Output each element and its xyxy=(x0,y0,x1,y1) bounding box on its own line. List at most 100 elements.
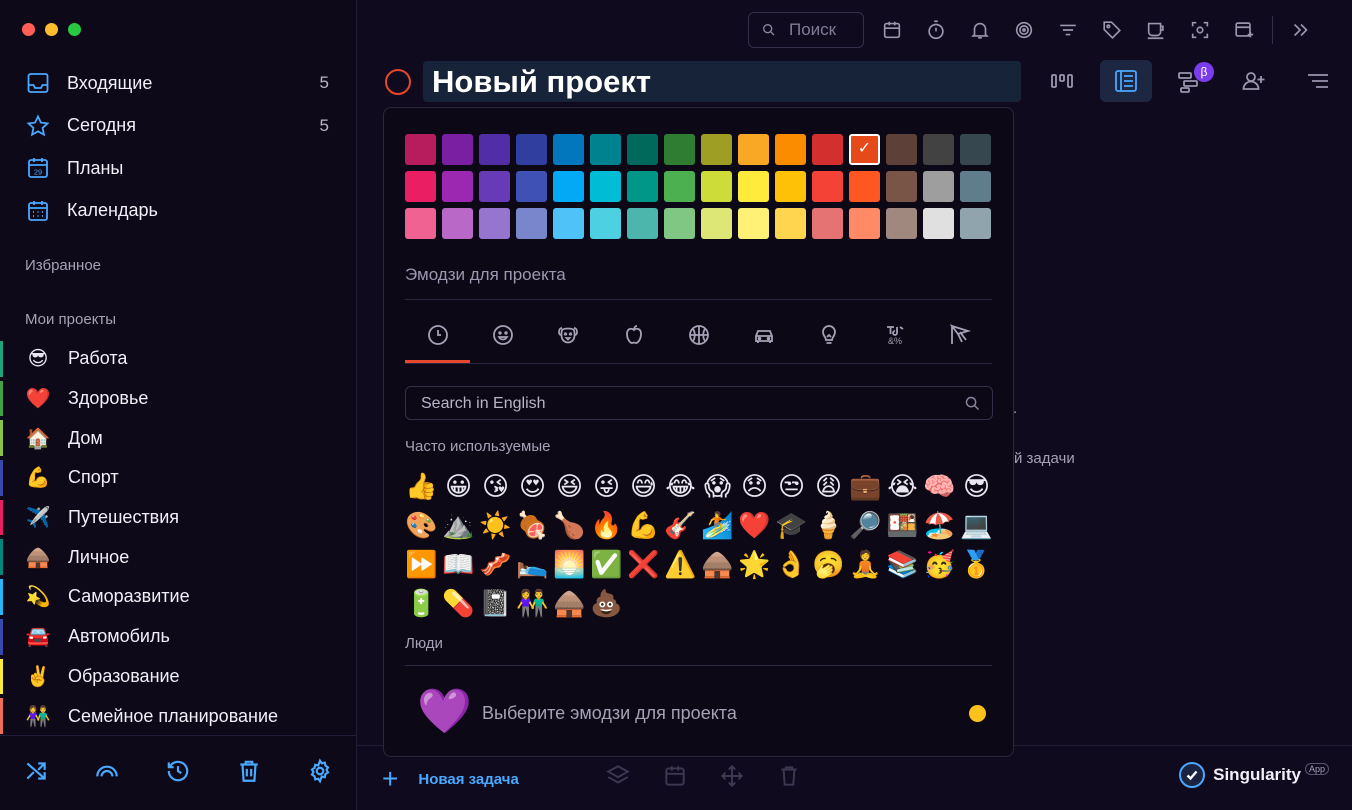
color-swatch[interactable] xyxy=(886,208,917,239)
add-member-icon[interactable] xyxy=(1228,60,1280,102)
emoji-option[interactable]: 💩 xyxy=(588,585,625,624)
color-swatch[interactable] xyxy=(479,208,510,239)
emoji-option[interactable]: 💻 xyxy=(958,507,995,546)
color-swatch[interactable] xyxy=(849,134,880,165)
tab-animals[interactable] xyxy=(536,307,601,363)
tab-smileys[interactable] xyxy=(470,307,535,363)
zoom-window-button[interactable] xyxy=(68,23,81,36)
color-swatch[interactable] xyxy=(738,134,769,165)
color-swatch[interactable] xyxy=(442,134,473,165)
sidebar-item-today[interactable]: Сегодня 5 xyxy=(0,105,356,148)
project-item-self-development[interactable]: 💫 Саморазвитие xyxy=(0,577,356,617)
emoji-option[interactable]: 🥇 xyxy=(958,546,995,585)
color-swatch[interactable] xyxy=(479,171,510,202)
emoji-option[interactable]: 🥓 xyxy=(477,546,514,585)
color-swatch[interactable] xyxy=(405,134,436,165)
emoji-search-field[interactable] xyxy=(405,386,993,421)
color-swatch[interactable] xyxy=(405,208,436,239)
color-swatch[interactable] xyxy=(812,134,843,165)
color-swatch[interactable] xyxy=(590,171,621,202)
new-window-icon[interactable] xyxy=(1222,10,1266,50)
emoji-option[interactable]: 😅 xyxy=(625,468,662,507)
emoji-option[interactable]: 😆 xyxy=(551,468,588,507)
emoji-option[interactable]: 🏄 xyxy=(699,507,736,546)
emoji-option[interactable]: 📓 xyxy=(477,585,514,624)
project-item-car[interactable]: 🚘 Автомобиль xyxy=(0,617,356,657)
minimize-window-button[interactable] xyxy=(45,23,58,36)
color-swatch[interactable] xyxy=(664,171,695,202)
emoji-option[interactable]: ⛰️ xyxy=(440,507,477,546)
sidebar-item-inbox[interactable]: Входящие 5 xyxy=(0,62,356,105)
emoji-option[interactable]: 🔎 xyxy=(847,507,884,546)
emoji-search-input[interactable] xyxy=(419,387,943,421)
color-swatch[interactable] xyxy=(849,208,880,239)
color-swatch[interactable] xyxy=(479,134,510,165)
tab-objects[interactable] xyxy=(797,307,862,363)
color-swatch[interactable] xyxy=(960,171,991,202)
emoji-option[interactable]: 😭 xyxy=(884,468,921,507)
project-item-work[interactable]: 😎 Работа xyxy=(0,339,356,379)
color-swatch[interactable] xyxy=(812,171,843,202)
tab-symbols[interactable]: &% xyxy=(862,307,927,363)
settings-gear-icon[interactable] xyxy=(307,757,333,789)
emoji-option[interactable]: 🌟 xyxy=(736,546,773,585)
emoji-option[interactable]: 🧘 xyxy=(847,546,884,585)
emoji-option[interactable]: 👌 xyxy=(773,546,810,585)
emoji-option[interactable]: 🥱 xyxy=(810,546,847,585)
calendar-icon[interactable] xyxy=(870,10,914,50)
color-swatch[interactable] xyxy=(627,134,658,165)
emoji-option[interactable]: 😀 xyxy=(440,468,477,507)
tab-recent[interactable] xyxy=(405,307,471,363)
emoji-option[interactable]: 📖 xyxy=(440,546,477,585)
project-item-health[interactable]: ❤️ Здоровье xyxy=(0,379,356,419)
list-view-icon[interactable] xyxy=(1100,60,1152,102)
emoji-option[interactable]: 😞 xyxy=(736,468,773,507)
emoji-option[interactable]: 💊 xyxy=(440,585,477,624)
emoji-option[interactable]: 🛌 xyxy=(514,546,551,585)
emoji-option[interactable]: 💼 xyxy=(847,468,884,507)
emoji-option[interactable]: 🎨 xyxy=(403,507,440,546)
skin-tone-button[interactable] xyxy=(969,705,986,722)
bell-icon[interactable] xyxy=(958,10,1002,50)
color-swatch[interactable] xyxy=(442,208,473,239)
emoji-option[interactable]: 🥳 xyxy=(921,546,958,585)
color-swatch[interactable] xyxy=(886,171,917,202)
project-item-home[interactable]: 🏠 Дом xyxy=(0,418,356,458)
emoji-option[interactable]: ❌ xyxy=(625,546,662,585)
emoji-option[interactable]: 😎 xyxy=(958,468,995,507)
emoji-option[interactable]: 🍦 xyxy=(810,507,847,546)
emoji-option[interactable]: 🍖 xyxy=(514,507,551,546)
color-swatch[interactable] xyxy=(812,208,843,239)
mug-icon[interactable] xyxy=(1134,10,1178,50)
emoji-option[interactable]: 🎸 xyxy=(662,507,699,546)
color-swatch[interactable] xyxy=(516,134,547,165)
project-item-education[interactable]: ✌️ Образование xyxy=(0,657,356,697)
color-swatch[interactable] xyxy=(627,171,658,202)
tag-icon[interactable] xyxy=(1090,10,1134,50)
emoji-option[interactable]: 😒 xyxy=(773,468,810,507)
shuffle-icon[interactable] xyxy=(23,758,49,789)
project-item-family[interactable]: 👫 Семейное планирование xyxy=(0,696,356,736)
rainbow-arc-icon[interactable] xyxy=(94,758,120,789)
emoji-option[interactable]: ❤️ xyxy=(736,507,773,546)
tab-flags[interactable] xyxy=(927,307,992,363)
project-item-travel[interactable]: ✈️ Путешествия xyxy=(0,498,356,538)
color-swatch[interactable] xyxy=(923,134,954,165)
color-swatch[interactable] xyxy=(738,208,769,239)
emoji-option[interactable]: 😱 xyxy=(699,468,736,507)
emoji-option[interactable]: 👍 xyxy=(403,468,440,507)
emoji-option[interactable]: 😍 xyxy=(514,468,551,507)
emoji-option[interactable]: 🏖️ xyxy=(921,507,958,546)
tab-food[interactable] xyxy=(601,307,666,363)
color-swatch[interactable] xyxy=(553,171,584,202)
color-swatch[interactable] xyxy=(701,134,732,165)
project-title-input[interactable]: Новый проект xyxy=(423,61,1021,102)
filter-icon[interactable] xyxy=(1046,10,1090,50)
color-swatch[interactable] xyxy=(516,208,547,239)
trash-icon[interactable] xyxy=(236,758,262,789)
timer-icon[interactable] xyxy=(914,10,958,50)
emoji-option[interactable]: 🔥 xyxy=(588,507,625,546)
sort-icon[interactable] xyxy=(1292,60,1344,102)
emoji-option[interactable]: 🍱 xyxy=(884,507,921,546)
emoji-option[interactable]: 🛖 xyxy=(551,585,588,624)
